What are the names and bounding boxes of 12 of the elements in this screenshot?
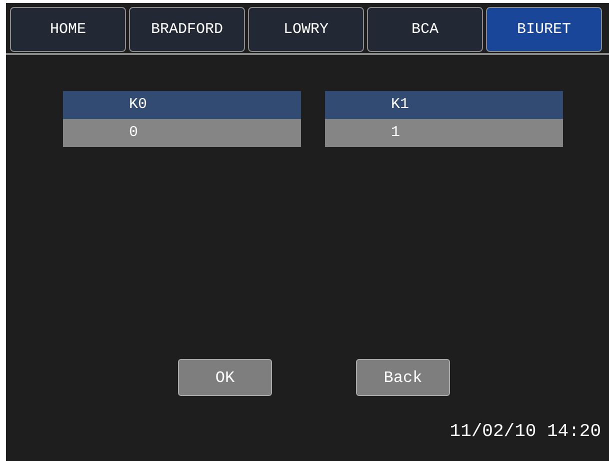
- date-time: 11/02/10 14:20: [450, 422, 601, 442]
- action-button[interactable]: OK: [178, 359, 272, 396]
- field-label: K0: [63, 91, 301, 119]
- field-label: K1: [325, 91, 563, 119]
- value-field[interactable]: 1: [325, 119, 563, 147]
- tab[interactable]: BIURET: [486, 7, 602, 52]
- action-button[interactable]: Back: [356, 359, 450, 396]
- value-field[interactable]: 0: [63, 119, 301, 147]
- tab[interactable]: BRADFORD: [129, 7, 245, 52]
- tab[interactable]: HOME: [10, 7, 126, 52]
- tab[interactable]: LOWRY: [248, 7, 364, 52]
- tab[interactable]: BCA: [367, 7, 483, 52]
